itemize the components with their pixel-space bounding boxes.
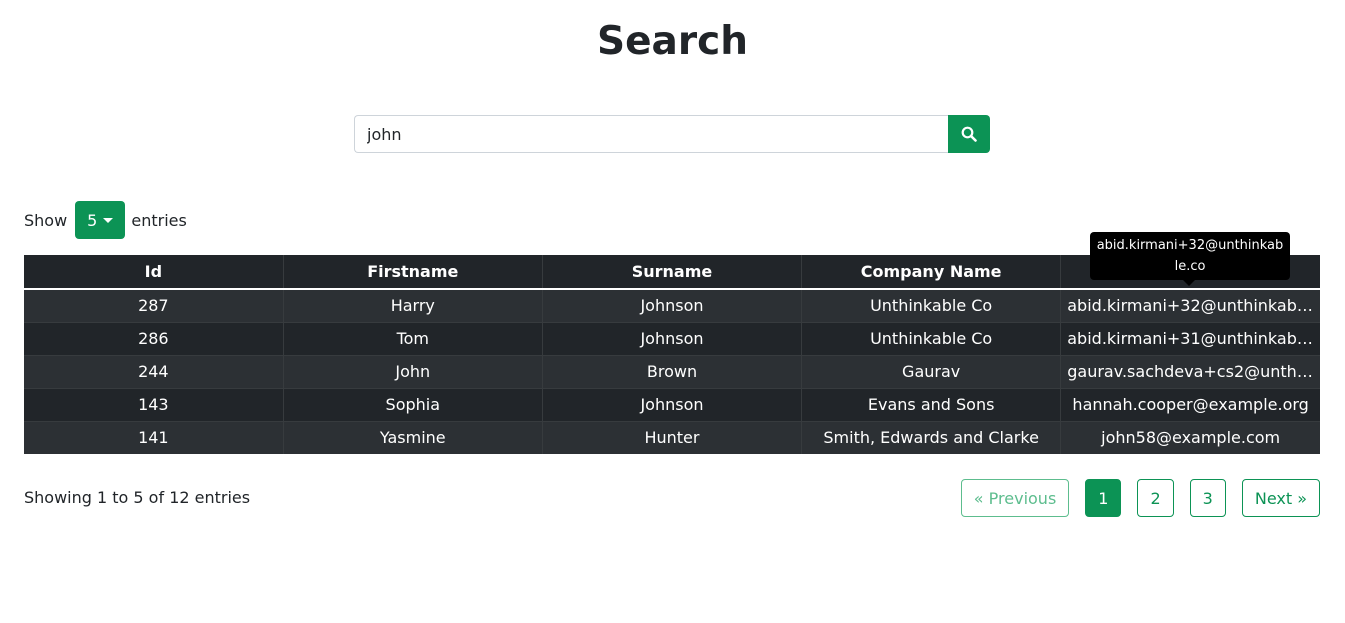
- table-row: 287 Harry Johnson Unthinkable Co abid.ki…: [24, 288, 1320, 322]
- search-input[interactable]: [354, 115, 948, 153]
- search-button[interactable]: [948, 115, 990, 153]
- cell-surname: Johnson: [542, 288, 803, 322]
- cell-email: abid.kirmani+31@unthinkable.co: [1060, 321, 1320, 355]
- table-row: 143 Sophia Johnson Evans and Sons hannah…: [24, 387, 1320, 421]
- search-icon: [961, 126, 977, 142]
- cell-email: john58@example.com: [1060, 420, 1320, 454]
- cell-id: 287: [24, 288, 284, 322]
- column-header-company-name[interactable]: Company Name: [801, 255, 1062, 290]
- cell-company: Unthinkable Co: [801, 321, 1062, 355]
- cell-firstname: Tom: [283, 321, 543, 355]
- page-title: Search: [597, 19, 748, 64]
- cell-company: Unthinkable Co: [801, 288, 1062, 322]
- cell-id: 244: [24, 354, 284, 388]
- cell-email: abid.kirmani+32@unthinkable.co: [1060, 288, 1320, 322]
- cell-company: Evans and Sons: [801, 387, 1062, 421]
- cell-email: hannah.cooper@example.org: [1060, 387, 1320, 421]
- entries-info: Showing 1 to 5 of 12 entries: [24, 488, 251, 507]
- column-header-firstname[interactable]: Firstname: [283, 255, 543, 290]
- table-row: 244 John Brown Gaurav gaurav.sachdeva+cs…: [24, 354, 1320, 388]
- page-button-3[interactable]: 3: [1189, 479, 1226, 517]
- column-header-id[interactable]: Id: [24, 255, 284, 290]
- cell-surname: Johnson: [542, 321, 803, 355]
- show-label: Show: [24, 210, 68, 230]
- table-row: 141 Yasmine Hunter Smith, Edwards and Cl…: [24, 420, 1320, 454]
- cell-firstname: Sophia: [283, 387, 543, 421]
- cell-surname: Hunter: [542, 420, 803, 454]
- entries-label: entries: [131, 210, 187, 230]
- cell-surname: Johnson: [542, 387, 803, 421]
- page-button-1[interactable]: 1: [1085, 479, 1122, 517]
- previous-page-button[interactable]: « Previous: [960, 479, 1070, 517]
- entries-per-page-dropdown[interactable]: 5: [75, 201, 126, 239]
- table-row: 286 Tom Johnson Unthinkable Co abid.kirm…: [24, 321, 1320, 355]
- cell-firstname: John: [283, 354, 543, 388]
- cell-id: 143: [24, 387, 284, 421]
- entries-per-page-value: 5: [87, 210, 98, 230]
- results-table: Id Firstname Surname Company Name Email …: [24, 255, 1320, 454]
- cell-company: Smith, Edwards and Clarke: [801, 420, 1062, 454]
- cell-firstname: Harry: [283, 288, 543, 322]
- email-tooltip: abid.kirmani+32@unthinkable.co: [1090, 232, 1290, 280]
- tooltip-arrow: [1183, 280, 1195, 286]
- column-header-surname[interactable]: Surname: [542, 255, 803, 290]
- caret-down-icon: [103, 217, 114, 223]
- entries-length-control: Show 5 entries: [24, 201, 187, 239]
- pagination: « Previous 1 2 3 Next »: [960, 479, 1320, 517]
- cell-id: 286: [24, 321, 284, 355]
- page-button-2[interactable]: 2: [1137, 479, 1174, 517]
- cell-company: Gaurav: [801, 354, 1062, 388]
- cell-email: gaurav.sachdeva+cs2@unthinka…: [1060, 354, 1320, 388]
- search-bar: [354, 115, 990, 153]
- next-page-button[interactable]: Next »: [1241, 479, 1320, 517]
- cell-surname: Brown: [542, 354, 803, 388]
- cell-id: 141: [24, 420, 284, 454]
- cell-firstname: Yasmine: [283, 420, 543, 454]
